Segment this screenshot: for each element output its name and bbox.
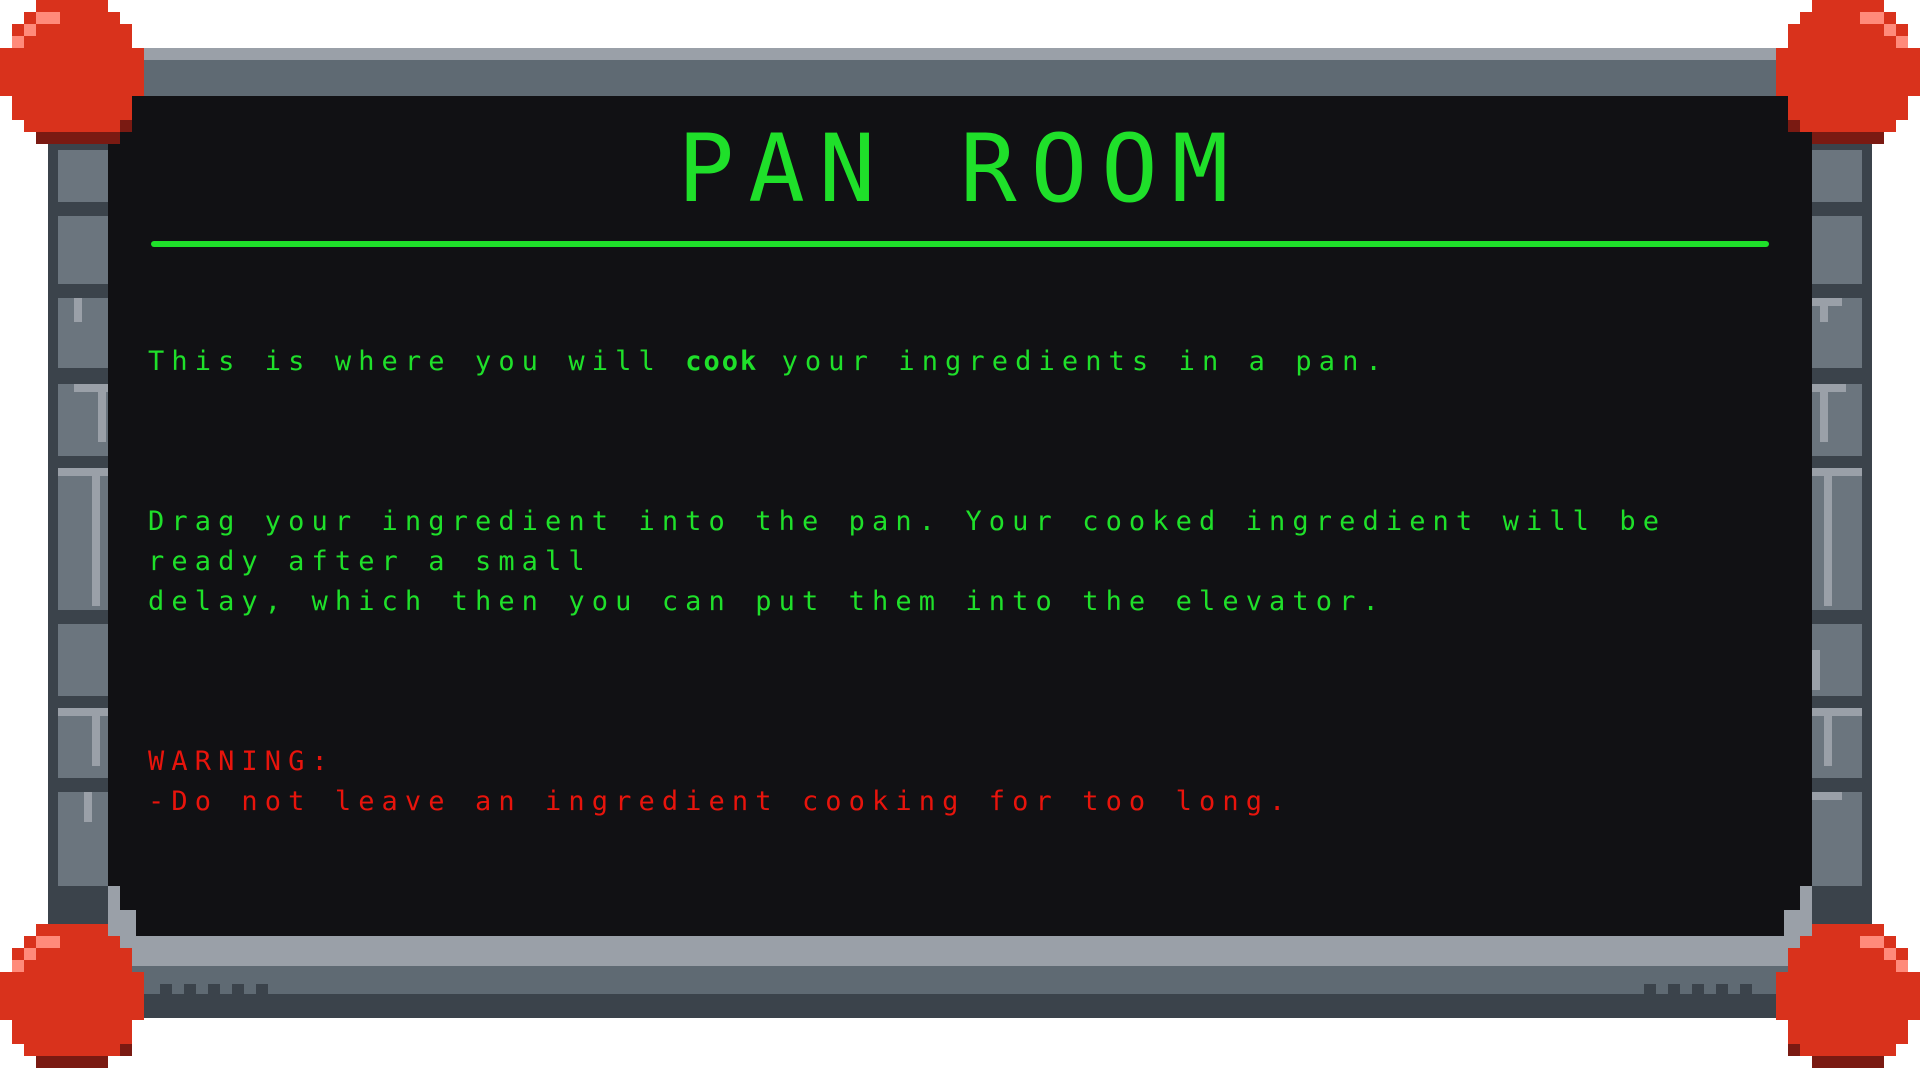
intro-paragraph: This is where you will cook your ingredi… bbox=[148, 342, 1788, 382]
intro-highlight-word: cook bbox=[685, 346, 759, 377]
intro-text-after: your ingredients in a pan. bbox=[758, 346, 1389, 377]
warning-item: -Do not leave an ingredient cooking for … bbox=[148, 786, 1293, 817]
bolt-top-right bbox=[1776, 0, 1920, 144]
intro-text-before: This is where you will bbox=[148, 346, 686, 377]
instructions-paragraph: Drag your ingredient into the pan. Your … bbox=[148, 502, 1788, 622]
warning-block: WARNING: -Do not leave an ingredient cook… bbox=[148, 742, 1788, 822]
instructions-body: This is where you will cook your ingredi… bbox=[148, 262, 1788, 902]
warning-heading: WARNING: bbox=[148, 746, 335, 777]
bolt-top-left bbox=[0, 0, 144, 144]
tutorial-panel: PAN ROOM This is where you will cook you… bbox=[0, 0, 1920, 1080]
title-divider bbox=[151, 241, 1769, 247]
instructions-line-2: delay, which then you can put them into … bbox=[148, 586, 1386, 617]
page-title: PAN ROOM bbox=[677, 115, 1243, 224]
instructions-line-1: Drag your ingredient into the pan. Your … bbox=[148, 506, 1690, 577]
